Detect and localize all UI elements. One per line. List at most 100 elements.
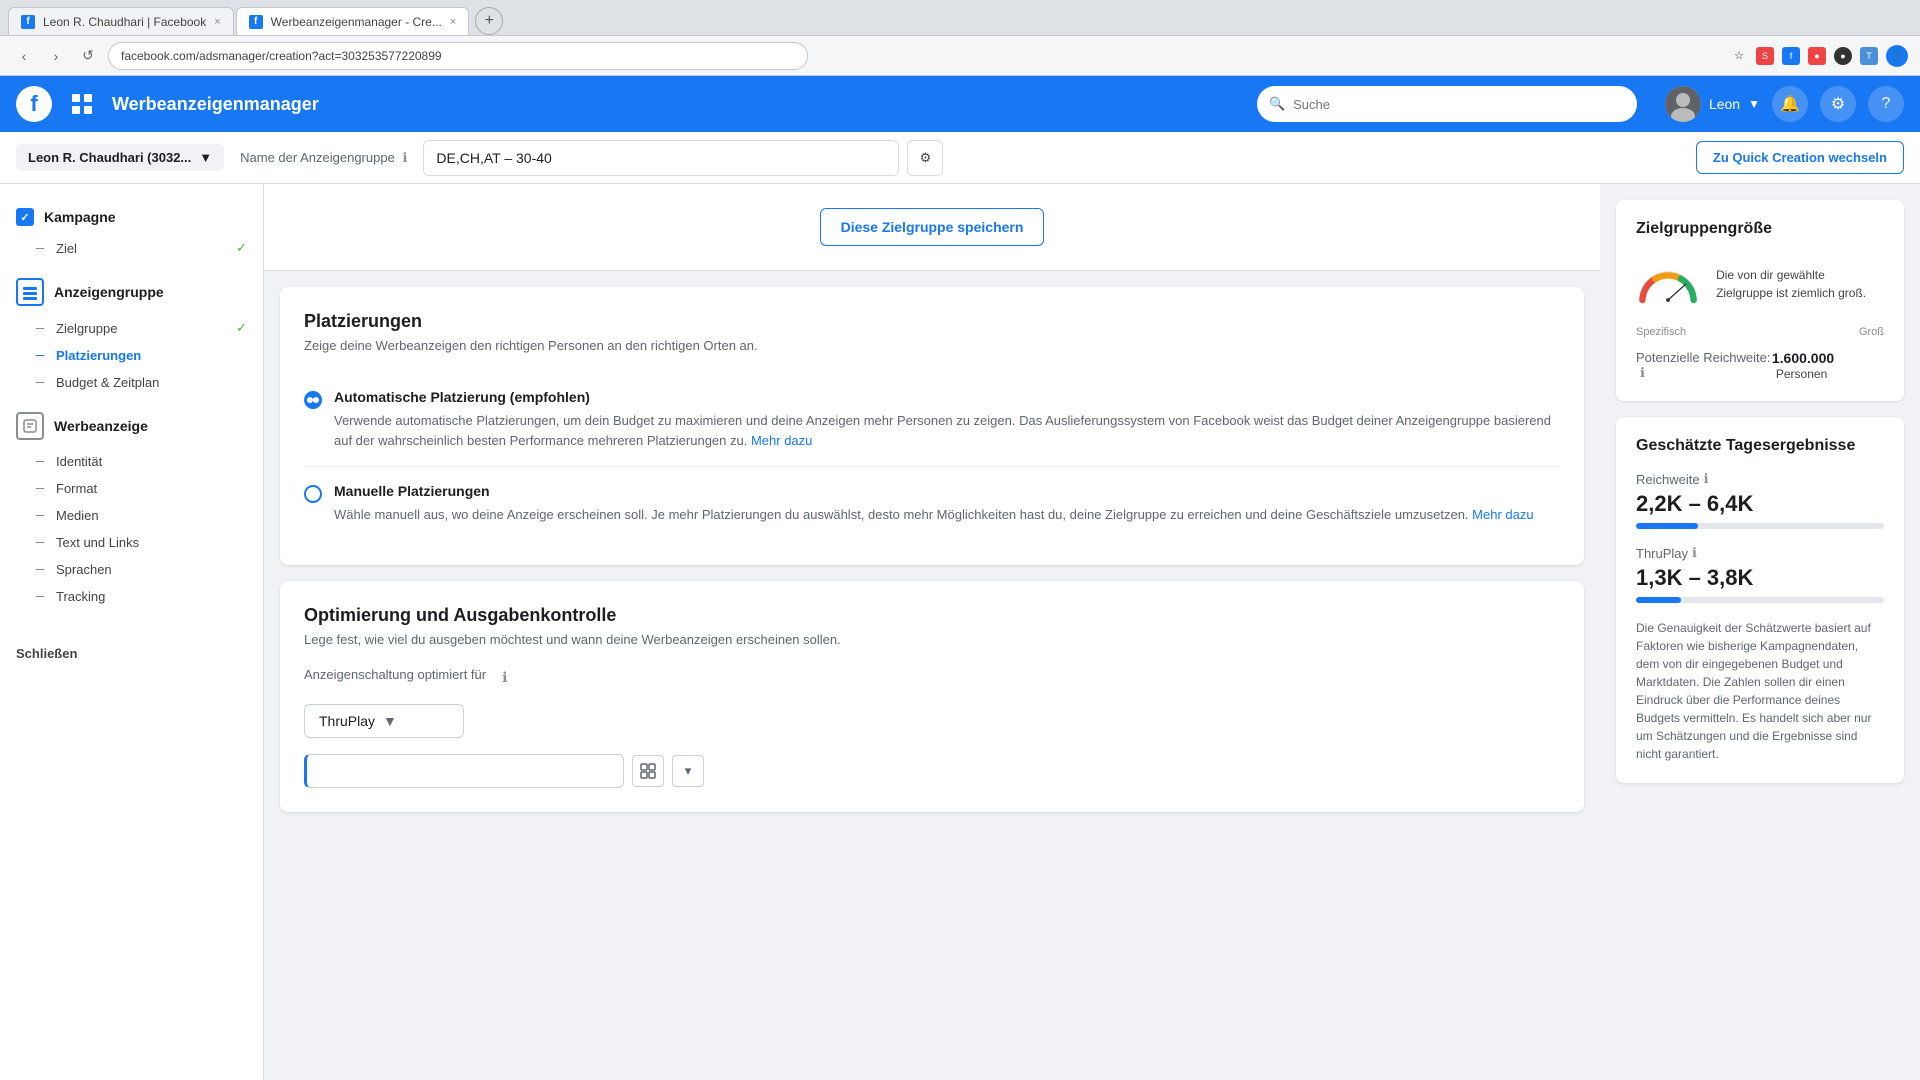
platzierungen-label: Platzierungen bbox=[56, 348, 141, 363]
estimated-results-card: Geschätzte Tagesergebnisse Reichweite ℹ … bbox=[1616, 417, 1904, 783]
auto-placement-option[interactable]: Automatische Platzierung (empfohlen) Ver… bbox=[304, 373, 1560, 467]
placements-card: Platzierungen Zeige deine Werbeanzeigen … bbox=[280, 287, 1584, 565]
tabs-container: f Leon R. Chaudhari | Facebook × f Werbe… bbox=[8, 0, 503, 35]
auto-placement-content: Automatische Platzierung (empfohlen) Ver… bbox=[334, 389, 1560, 450]
forward-button[interactable]: › bbox=[44, 44, 68, 68]
tab-2[interactable]: f Werbeanzeigenmanager - Cre... × bbox=[236, 7, 470, 35]
placements-title: Platzierungen bbox=[304, 311, 1560, 332]
thruplay-dropdown[interactable]: ThruPlay ▼ bbox=[304, 704, 464, 738]
sidebar-item-ziel[interactable]: Ziel ✓ bbox=[0, 234, 263, 262]
werbeanzeige-icon bbox=[16, 412, 44, 440]
auto-placement-radio[interactable] bbox=[304, 391, 322, 409]
back-button[interactable]: ‹ bbox=[12, 44, 36, 68]
extension-icon-5[interactable]: T bbox=[1860, 47, 1878, 65]
bookmark-icon[interactable]: ☆ bbox=[1730, 47, 1748, 65]
sprachen-dash bbox=[36, 569, 44, 570]
auto-placement-desc: Verwende automatische Platzierungen, um … bbox=[334, 411, 1560, 450]
sidebar-item-platzierungen[interactable]: Platzierungen bbox=[0, 342, 263, 369]
user-profile-icon[interactable]: 👤 bbox=[1886, 45, 1908, 67]
facebook-logo: f bbox=[16, 86, 52, 122]
ad-group-name-wrap: ⚙ bbox=[423, 140, 943, 176]
account-name: Leon R. Chaudhari (3032... bbox=[28, 150, 191, 165]
refresh-button[interactable]: ↺ bbox=[76, 44, 100, 68]
expand-button[interactable] bbox=[632, 755, 664, 787]
avatar bbox=[1665, 86, 1701, 122]
bell-icon[interactable]: 🔔 bbox=[1772, 86, 1808, 122]
gauge-description: Die von dir gewählte Zielgruppe ist ziem… bbox=[1716, 266, 1884, 302]
sidebar-item-zielgruppe[interactable]: Zielgruppe ✓ bbox=[0, 314, 263, 342]
extension-icon-2[interactable]: f bbox=[1782, 47, 1800, 65]
tracking-label: Tracking bbox=[56, 589, 105, 604]
chevron-down-button[interactable]: ▾ bbox=[672, 755, 704, 787]
kampagne-checkbox: ✓ bbox=[16, 208, 34, 226]
manual-placement-option[interactable]: Manuelle Platzierungen Wähle manuell aus… bbox=[304, 467, 1560, 541]
help-icon[interactable]: ? bbox=[1868, 86, 1904, 122]
search-bar[interactable]: 🔍 bbox=[1257, 86, 1637, 122]
reach-row: Potenzielle Reichweite: ℹ 1.600.000 Pers… bbox=[1636, 350, 1884, 381]
werbeanzeige-label: Werbeanzeige bbox=[54, 418, 148, 434]
reach-label: Potenzielle Reichweite: ℹ bbox=[1636, 350, 1772, 381]
quick-create-button[interactable]: Zu Quick Creation wechseln bbox=[1696, 141, 1904, 174]
ad-group-name-input[interactable] bbox=[423, 140, 899, 176]
sidebar-anzeigengruppe-section: Anzeigengruppe bbox=[0, 270, 263, 314]
reach-info-icon[interactable]: ℹ bbox=[1640, 365, 1645, 380]
extension-icon-1[interactable]: S bbox=[1756, 47, 1774, 65]
extension-icon-3[interactable]: ● bbox=[1808, 47, 1826, 65]
reichweite-value: 2,2K – 6,4K bbox=[1636, 491, 1884, 517]
header-right: Leon ▼ 🔔 ⚙ ? bbox=[1665, 86, 1904, 122]
gauge-container: Die von dir gewählte Zielgruppe ist ziem… bbox=[1636, 254, 1884, 314]
thruplay-metric-label: ThruPlay ℹ bbox=[1636, 545, 1884, 561]
partial-input[interactable] bbox=[304, 754, 624, 788]
sidebar-item-sprachen[interactable]: Sprachen bbox=[0, 556, 263, 583]
kampagne-label: Kampagne bbox=[44, 209, 116, 225]
budget-dash bbox=[36, 382, 44, 383]
tab-1[interactable]: f Leon R. Chaudhari | Facebook × bbox=[8, 7, 234, 35]
reach-unit: Personen bbox=[1776, 367, 1827, 381]
save-audience-button[interactable]: Diese Zielgruppe speichern bbox=[820, 208, 1045, 246]
placements-subtitle: Zeige deine Werbeanzeigen den richtigen … bbox=[304, 338, 1560, 353]
sidebar-werbeanzeige-section: Werbeanzeige bbox=[0, 404, 263, 448]
thruplay-info-icon[interactable]: ℹ bbox=[1692, 545, 1697, 561]
audience-size-card: Zielgruppengröße bbox=[1616, 200, 1904, 401]
audience-gauge bbox=[1636, 254, 1700, 314]
address-bar[interactable]: facebook.com/adsmanager/creation?act=303… bbox=[108, 42, 808, 70]
thruplay-value: 1,3K – 3,8K bbox=[1636, 565, 1884, 591]
platzierungen-dash bbox=[36, 355, 44, 356]
sidebar-item-format[interactable]: Format bbox=[0, 475, 263, 502]
user-dropdown-arrow[interactable]: ▼ bbox=[1748, 97, 1760, 111]
ad-group-settings-button[interactable]: ⚙ bbox=[907, 140, 943, 176]
reichweite-info-icon[interactable]: ℹ bbox=[1704, 471, 1709, 487]
sidebar-item-identitaet[interactable]: Identität bbox=[0, 448, 263, 475]
browser-chrome: f Leon R. Chaudhari | Facebook × f Werbe… bbox=[0, 0, 1920, 76]
user-area[interactable]: Leon ▼ bbox=[1665, 86, 1760, 122]
zielgruppe-check-icon: ✓ bbox=[236, 320, 247, 336]
ziel-dash bbox=[36, 248, 44, 249]
opt-info-icon[interactable]: ℹ bbox=[502, 669, 507, 686]
tab2-close[interactable]: × bbox=[450, 16, 456, 28]
ad-group-info-icon[interactable]: ℹ bbox=[402, 150, 407, 165]
sidebar-item-text[interactable]: Text und Links bbox=[0, 529, 263, 556]
settings-icon[interactable]: ⚙ bbox=[1820, 86, 1856, 122]
new-tab-button[interactable]: + bbox=[475, 7, 503, 35]
partial-controls: ▾ bbox=[304, 754, 1560, 788]
search-input[interactable] bbox=[1293, 97, 1625, 112]
budget-label: Budget & Zeitplan bbox=[56, 375, 159, 390]
thruplay-metric: ThruPlay ℹ 1,3K – 3,8K bbox=[1636, 545, 1884, 603]
sidebar-item-budget[interactable]: Budget & Zeitplan bbox=[0, 369, 263, 396]
account-selector[interactable]: Leon R. Chaudhari (3032... ▼ bbox=[16, 144, 224, 171]
thruplay-progress-fill bbox=[1636, 597, 1681, 603]
tab1-close[interactable]: × bbox=[214, 16, 220, 28]
reach-number: 1.600.000 bbox=[1772, 350, 1834, 366]
sidebar-item-medien[interactable]: Medien bbox=[0, 502, 263, 529]
manual-placement-radio[interactable] bbox=[304, 485, 322, 503]
estimated-title: Geschätzte Tagesergebnisse bbox=[1636, 437, 1884, 455]
sidebar-close-area: Schließen bbox=[0, 610, 263, 673]
grid-icon[interactable] bbox=[64, 86, 100, 122]
auto-more-link[interactable]: Mehr dazu bbox=[751, 433, 812, 448]
extension-icon-4[interactable]: ● bbox=[1834, 47, 1852, 65]
account-dropdown-arrow: ▼ bbox=[199, 150, 212, 165]
manual-more-link[interactable]: Mehr dazu bbox=[1472, 507, 1533, 522]
zielgruppe-dash bbox=[36, 328, 44, 329]
close-button[interactable]: Schließen bbox=[0, 634, 263, 673]
sidebar-item-tracking[interactable]: Tracking bbox=[0, 583, 263, 610]
